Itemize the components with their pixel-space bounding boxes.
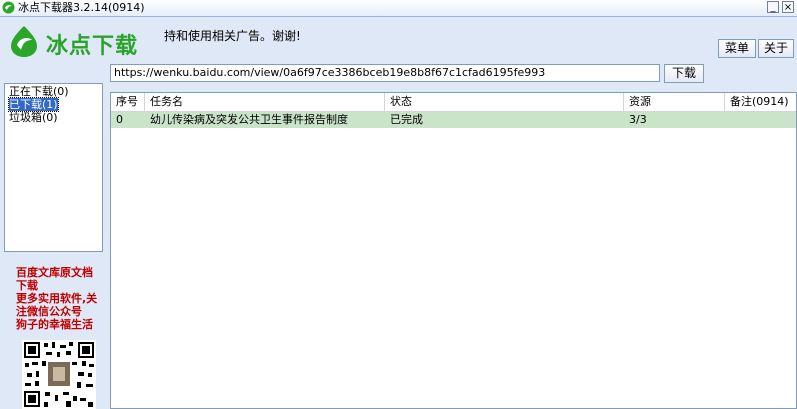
- promo-line-2: 更多实用软件,关注微信公众号: [16, 292, 98, 318]
- close-button[interactable]: ×: [782, 1, 794, 13]
- sidebar-item-downloading[interactable]: 正在下载(0): [5, 85, 102, 98]
- title-bar: 冰点下载器3.2.14(0914) _ ×: [0, 0, 797, 17]
- table-header: 序号 任务名 状态 资源 备注(0914): [111, 93, 796, 112]
- about-button[interactable]: 关于: [758, 39, 794, 58]
- column-header-index[interactable]: 序号: [111, 93, 145, 111]
- download-button[interactable]: 下载: [664, 64, 704, 83]
- category-tree: 正在下载(0) 已下载(1) 垃圾箱(0): [4, 83, 103, 252]
- brand-name: 冰点下载: [46, 34, 139, 59]
- minimize-button[interactable]: _: [767, 1, 779, 13]
- cell-note: [725, 112, 730, 128]
- cell-status: 已完成: [390, 113, 423, 126]
- sidebar-item-trash[interactable]: 垃圾箱(0): [5, 111, 102, 124]
- promo-text: 百度文库原文档下载 更多实用软件,关注微信公众号 狗子的幸福生活: [16, 266, 100, 331]
- sidebar-item-downloaded[interactable]: 已下载(1): [5, 97, 102, 112]
- cell-task-name: 幼儿传染病及突发公共卫生事件报告制度: [150, 113, 348, 126]
- promo-line-3: 狗子的幸福生活: [16, 318, 93, 331]
- column-header-note[interactable]: 备注(0914): [725, 93, 796, 111]
- window-title: 冰点下载器3.2.14(0914): [18, 1, 145, 14]
- marquee-text: 持和使用相关广告。谢谢!: [164, 29, 301, 43]
- column-header-source[interactable]: 资源: [624, 93, 725, 111]
- table-row[interactable]: 0 幼儿传染病及突发公共卫生事件报告制度 已完成 3/3: [111, 112, 796, 128]
- cell-source: 3/3: [629, 113, 647, 126]
- promo-line-1: 百度文库原文档下载: [16, 266, 93, 292]
- task-list: 序号 任务名 状态 资源 备注(0914) 0 幼儿传染病及突发公共卫生事件报告…: [110, 92, 797, 409]
- qr-code-image: [22, 340, 96, 409]
- menu-button[interactable]: 菜单: [718, 39, 756, 58]
- drop-logo-icon: [11, 26, 37, 57]
- column-header-status[interactable]: 状态: [385, 93, 624, 111]
- url-input[interactable]: https://wenku.baidu.com/view/0a6f97ce338…: [110, 64, 660, 82]
- app-logo-icon: [2, 1, 15, 14]
- cell-index: 0: [116, 113, 123, 126]
- column-header-name[interactable]: 任务名: [145, 93, 385, 111]
